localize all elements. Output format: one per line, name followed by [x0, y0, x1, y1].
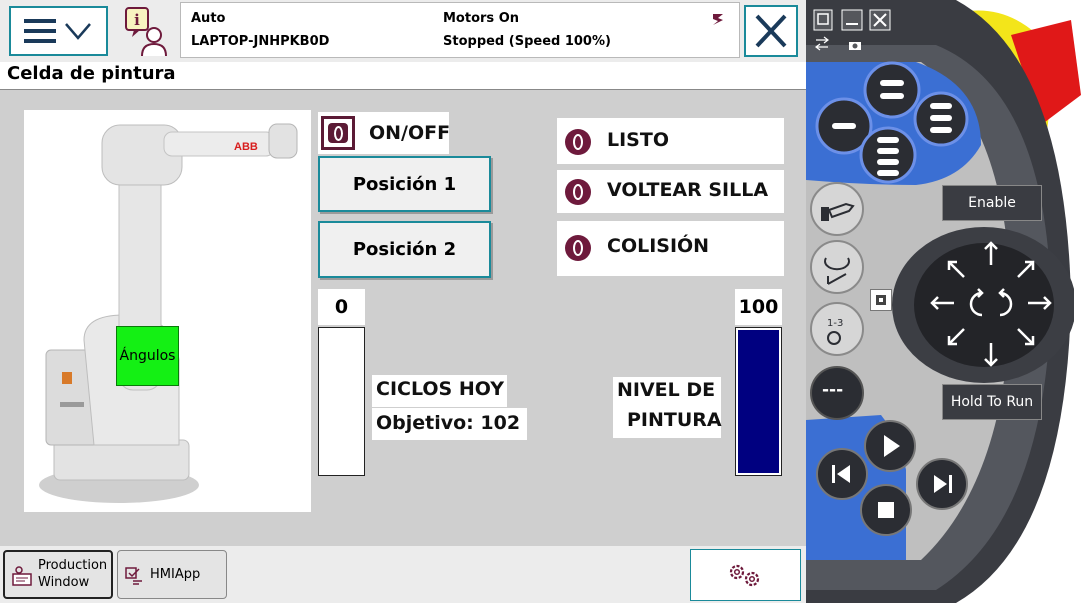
hamburger-menu-icon: [24, 19, 91, 43]
svg-text:1-3: 1-3: [827, 318, 843, 329]
hmiapp-button[interactable]: HMIApp: [117, 550, 227, 599]
collision-lamp-icon: [565, 235, 591, 261]
step-forward-icon: [916, 458, 968, 510]
operating-mode: Auto: [191, 11, 226, 26]
step-forward-button[interactable]: [914, 456, 970, 512]
onoff-label: ON/OFF: [369, 122, 451, 144]
page-title: Celda de pintura: [7, 63, 176, 84]
quickset-button[interactable]: [690, 549, 801, 601]
robot-select-icon: [810, 182, 864, 236]
prog-key-4[interactable]: [858, 125, 918, 185]
increment-key[interactable]: ---: [808, 364, 866, 422]
increment-key-label: ---: [822, 380, 844, 400]
window-controls: [813, 9, 891, 51]
play-icon: [864, 420, 916, 472]
start-button[interactable]: [862, 418, 918, 474]
angles-button[interactable]: Ángulos: [116, 326, 179, 386]
onoff-toggle[interactable]: ON/OFF: [318, 112, 451, 154]
hmiapp-icon: [125, 567, 142, 585]
paint-level-value: 100: [735, 289, 782, 325]
event-log-button[interactable]: i: [120, 4, 176, 58]
paint-title-line1: NIVEL DE: [613, 377, 721, 407]
ready-label: LISTO: [607, 129, 669, 151]
motion-mode-key[interactable]: [808, 238, 866, 296]
hmi-main-area: ABB Ángulos ON/OFF Posición 1 Posición 2…: [0, 90, 806, 546]
program-state: Stopped (Speed 100%): [443, 34, 611, 49]
onoff-indicator-icon: [321, 116, 355, 150]
enable-button[interactable]: Enable: [942, 185, 1042, 221]
svg-text:ABB: ABB: [234, 141, 258, 153]
flexpendant-panel: 1-3 --- Enable Hold To Run: [806, 0, 1081, 603]
position-1-button[interactable]: Posición 1: [318, 156, 491, 212]
axis-toggle-icon: 1-3: [810, 302, 864, 356]
prog-key-3-icon: [913, 91, 969, 147]
production-window-button[interactable]: Production Window: [3, 550, 113, 599]
gears-icon: [729, 564, 760, 587]
collision-indicator: COLISIÓN: [557, 221, 784, 276]
lock-icon: [876, 295, 886, 305]
paint-level-bar: [735, 327, 782, 476]
speed-icon: [713, 14, 723, 25]
close-icon: [755, 14, 787, 48]
paint-level-fill: [738, 330, 779, 473]
paint-title-line2: PINTURA: [613, 407, 722, 438]
joystick[interactable]: [874, 225, 1076, 385]
mechanical-unit-key[interactable]: [808, 180, 866, 238]
controller-name: LAPTOP-JNHPKB0D: [191, 34, 330, 49]
joystick-arrows-icon: [892, 227, 1076, 383]
prog-key-4-icon: [859, 126, 917, 184]
axis-toggle-key[interactable]: 1-3: [808, 300, 866, 358]
flip-chair-lamp-icon: [565, 179, 591, 205]
svg-text:i: i: [134, 11, 140, 29]
flip-chair-indicator: VOLTEAR SILLA: [557, 170, 784, 213]
cycles-count: 0: [318, 289, 365, 325]
status-panel[interactable]: Auto LAPTOP-JNHPKB0D Motors On Stopped (…: [180, 2, 740, 58]
robot-arm-image: ABB: [39, 123, 298, 503]
reorient-icon: [810, 240, 864, 294]
main-menu-button[interactable]: [9, 6, 108, 56]
production-window-icon: [12, 566, 32, 586]
production-label-1: Production: [38, 558, 108, 573]
close-app-button[interactable]: [744, 5, 798, 57]
stop-icon: [860, 484, 912, 536]
view-title-bar: Celda de pintura: [0, 62, 806, 90]
motors-state: Motors On: [443, 11, 519, 26]
stop-button[interactable]: [858, 482, 914, 538]
cycles-title: CICLOS HOY: [372, 375, 507, 407]
joystick-lock-handle[interactable]: [870, 289, 892, 311]
flip-chair-label: VOLTEAR SILLA: [607, 179, 769, 201]
position-2-button[interactable]: Posición 2: [318, 221, 491, 278]
hold-to-run-button[interactable]: Hold To Run: [942, 384, 1042, 420]
prog-key-3[interactable]: [912, 90, 970, 148]
production-label-2: Window: [38, 575, 90, 590]
ready-indicator: LISTO: [557, 118, 784, 164]
cycles-target: Objetivo: 102: [372, 408, 527, 440]
robot-image-panel: ABB: [24, 110, 311, 512]
hmiapp-label: HMIApp: [150, 567, 201, 582]
user-info-icon: i: [125, 7, 167, 57]
ready-lamp-icon: [565, 129, 591, 155]
collision-label: COLISIÓN: [607, 235, 710, 257]
cycles-progress-bar: [318, 327, 365, 476]
